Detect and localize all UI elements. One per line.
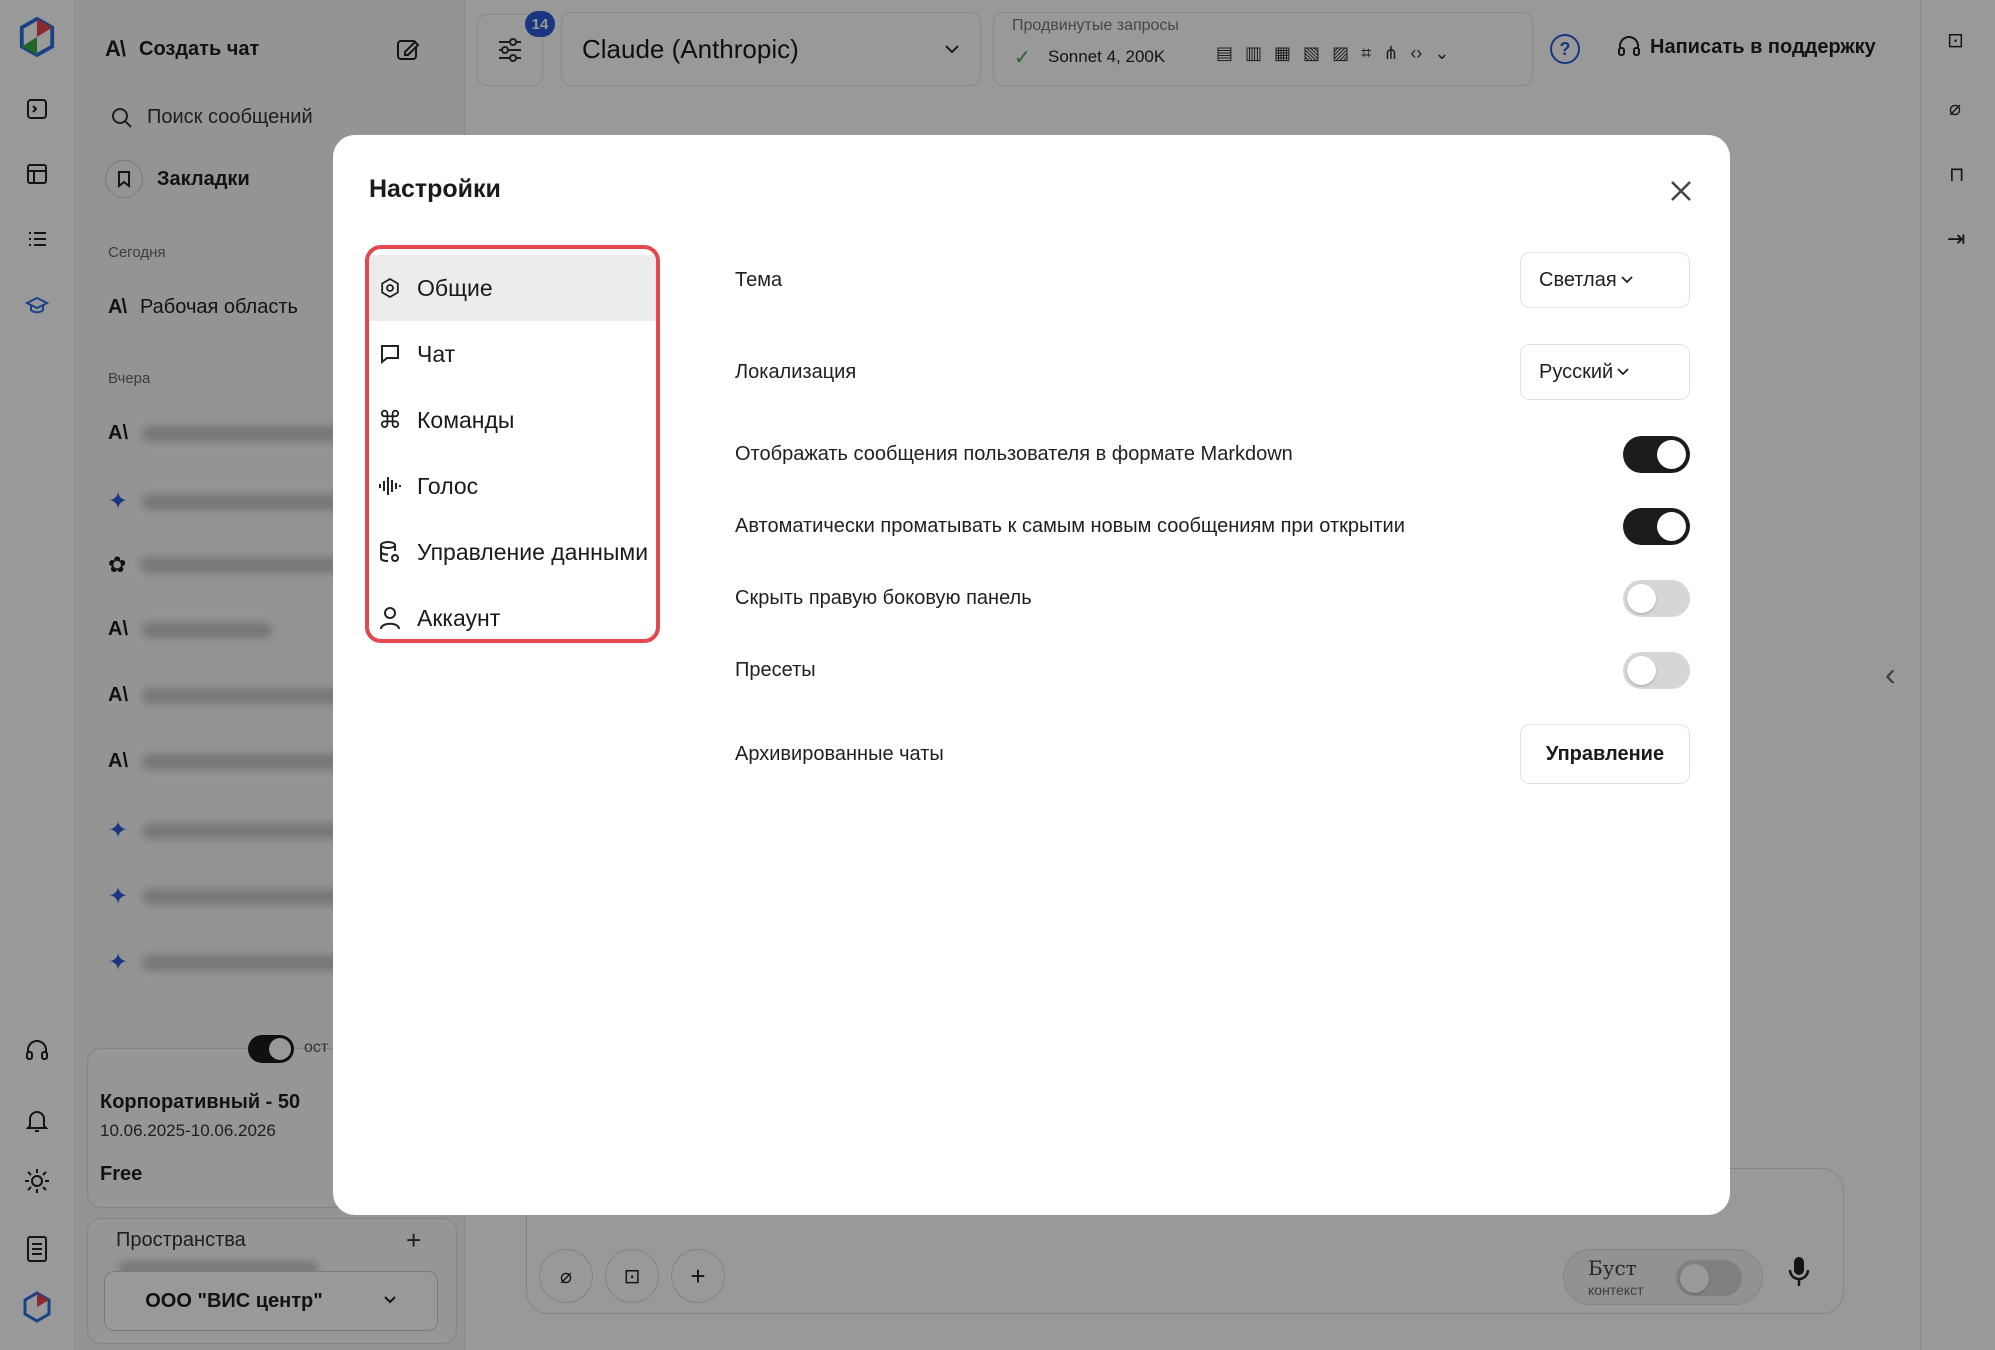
manage-archived-button[interactable]: Управление (1520, 724, 1690, 784)
close-button[interactable] (1663, 173, 1699, 209)
menu-item-label: Управление данными (417, 538, 649, 565)
close-icon (1671, 181, 1691, 201)
theme-select[interactable]: Светлая (1520, 252, 1690, 308)
menu-item-label: Аккаунт (417, 604, 501, 631)
autoscroll-toggle[interactable] (1623, 508, 1690, 545)
settings-modal: Настройки Общие Чат ⌘ Команды Голос Упра… (333, 135, 1730, 1215)
menu-item-label: Команды (417, 406, 515, 433)
menu-item-commands[interactable]: ⌘ Команды (369, 387, 656, 453)
markdown-label: Отображать сообщения пользователя в форм… (735, 443, 1293, 465)
gear-icon (377, 275, 403, 301)
menu-item-data-management[interactable]: Управление данными (369, 519, 656, 585)
setting-presets: Пресеты (735, 652, 1690, 689)
menu-item-account[interactable]: Аккаунт (369, 585, 656, 639)
setting-hide-panel: Скрыть правую боковую панель (735, 580, 1690, 617)
locale-label: Локализация (735, 360, 857, 383)
presets-label: Пресеты (735, 659, 816, 681)
menu-item-label: Чат (417, 340, 456, 367)
hide-panel-label: Скрыть правую боковую панель (735, 587, 1032, 609)
markdown-toggle[interactable] (1623, 436, 1690, 473)
setting-markdown: Отображать сообщения пользователя в форм… (735, 436, 1690, 473)
setting-theme: Тема Светлая (735, 252, 1690, 308)
menu-item-label: Голос (417, 472, 479, 499)
archived-label: Архивированные чаты (735, 742, 944, 765)
locale-select[interactable]: Русский (1520, 344, 1690, 400)
chevron-down-icon (1617, 368, 1629, 376)
settings-menu: Общие Чат ⌘ Команды Голос Управление дан… (365, 245, 660, 643)
autoscroll-label: Автоматически проматывать к самым новым … (735, 515, 1405, 537)
voice-wave-icon (377, 473, 403, 499)
menu-item-label: Общие (417, 274, 493, 301)
theme-label: Тема (735, 268, 783, 291)
setting-autoscroll: Автоматически проматывать к самым новым … (735, 508, 1690, 545)
user-icon (377, 605, 403, 631)
presets-toggle[interactable] (1623, 652, 1690, 689)
database-icon (377, 539, 403, 565)
command-icon: ⌘ (378, 406, 402, 434)
hide-panel-toggle[interactable] (1623, 580, 1690, 617)
modal-title: Настройки (369, 175, 501, 203)
setting-locale: Локализация Русский (735, 344, 1690, 400)
chevron-down-icon (1621, 276, 1633, 284)
chat-bubble-icon (377, 341, 403, 367)
setting-archived: Архивированные чаты Управление (735, 724, 1690, 784)
theme-value: Светлая (1539, 268, 1617, 291)
menu-item-chat[interactable]: Чат (369, 321, 656, 387)
menu-item-general[interactable]: Общие (369, 255, 656, 321)
locale-value: Русский (1539, 360, 1614, 383)
menu-item-voice[interactable]: Голос (369, 453, 656, 519)
